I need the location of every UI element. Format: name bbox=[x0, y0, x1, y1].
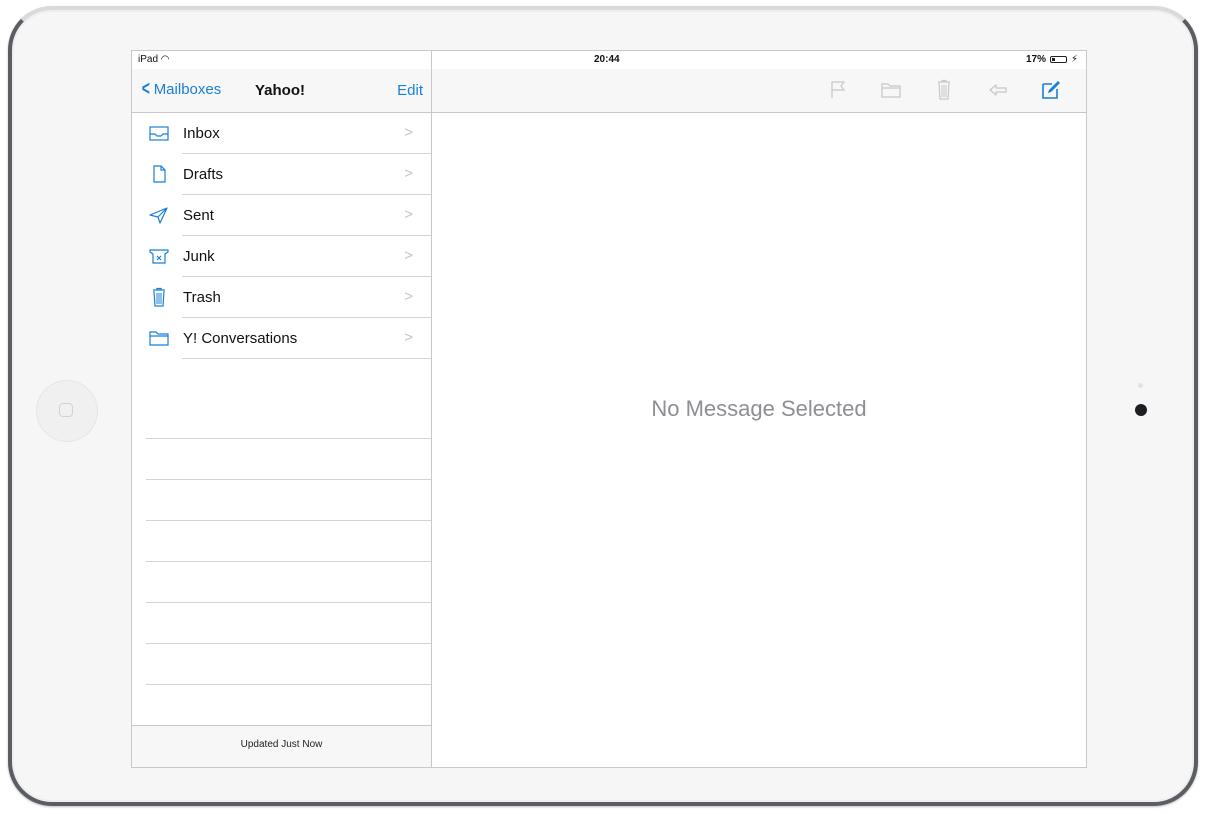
chevron-right-icon: > bbox=[404, 329, 413, 346]
sent-icon bbox=[149, 207, 168, 224]
no-message-placeholder: No Message Selected bbox=[651, 396, 867, 421]
mailbox-label: Trash bbox=[183, 289, 221, 306]
edit-button[interactable]: Edit bbox=[397, 82, 423, 99]
account-title: Yahoo! bbox=[255, 82, 306, 99]
flag-icon[interactable] bbox=[825, 78, 851, 102]
mailbox-nav-bar: < Mailboxes Yahoo! Edit bbox=[132, 69, 431, 113]
device-name: iPad ◠ bbox=[138, 54, 170, 65]
mailbox-list: Inbox > Drafts > Sent > Junk > Trash > Y… bbox=[132, 113, 431, 359]
charging-icon: ⚡ bbox=[1070, 54, 1078, 65]
battery-icon bbox=[1049, 56, 1067, 63]
reply-icon[interactable] bbox=[985, 78, 1011, 102]
mailbox-item-drafts[interactable]: Drafts > bbox=[132, 154, 431, 195]
chevron-left-icon: < bbox=[141, 78, 150, 100]
back-to-mailboxes-button[interactable]: < Mailboxes bbox=[140, 78, 222, 100]
mailbox-label: Sent bbox=[183, 207, 214, 224]
empty-list-rows bbox=[146, 398, 431, 726]
mailbox-label: Drafts bbox=[183, 166, 224, 183]
front-camera bbox=[1135, 404, 1147, 416]
inbox-icon bbox=[149, 126, 169, 141]
folder-icon bbox=[149, 331, 169, 346]
mailbox-pane: < Mailboxes Yahoo! Edit Inbox > Drafts >… bbox=[132, 51, 432, 767]
junk-icon bbox=[149, 249, 169, 264]
wifi-icon: ◠ bbox=[160, 54, 170, 65]
chevron-right-icon: > bbox=[404, 247, 413, 264]
battery-percent: 17% bbox=[1025, 54, 1046, 65]
empty-row bbox=[146, 685, 431, 726]
mailbox-item-junk[interactable]: Junk > bbox=[132, 236, 431, 277]
back-button-label: Mailboxes bbox=[153, 81, 222, 98]
device-label: iPad bbox=[138, 54, 159, 65]
screen: < Mailboxes Yahoo! Edit Inbox > Drafts >… bbox=[131, 50, 1087, 768]
empty-row bbox=[146, 398, 431, 439]
chevron-right-icon: > bbox=[404, 124, 413, 141]
compose-icon[interactable] bbox=[1038, 78, 1064, 102]
battery-status: 17% ⚡ bbox=[1026, 54, 1078, 65]
status-bar: iPad ◠ 20:44 17% ⚡ bbox=[132, 51, 1086, 69]
empty-row bbox=[146, 521, 431, 562]
trash-icon bbox=[153, 287, 165, 307]
empty-row bbox=[146, 644, 431, 685]
message-toolbar bbox=[432, 69, 1086, 113]
mailbox-label: Inbox bbox=[183, 125, 220, 142]
mailbox-item-sent[interactable]: Sent > bbox=[132, 195, 431, 236]
clock: 20:44 bbox=[594, 54, 620, 65]
empty-row bbox=[146, 562, 431, 603]
empty-row bbox=[146, 439, 431, 480]
folder-icon[interactable] bbox=[878, 78, 904, 102]
empty-row bbox=[146, 603, 431, 644]
update-status-footer: Updated Just Now bbox=[132, 725, 431, 767]
chevron-right-icon: > bbox=[404, 288, 413, 305]
chevron-right-icon: > bbox=[404, 206, 413, 223]
chevron-right-icon: > bbox=[404, 165, 413, 182]
mailbox-label: Junk bbox=[183, 248, 215, 265]
trash-icon[interactable] bbox=[931, 78, 957, 102]
mailbox-item-inbox[interactable]: Inbox > bbox=[132, 113, 431, 154]
mailbox-item-y-conversations[interactable]: Y! Conversations > bbox=[132, 318, 431, 359]
ambient-sensor bbox=[1138, 383, 1143, 388]
drafts-icon bbox=[153, 165, 166, 183]
empty-row bbox=[146, 480, 431, 521]
home-button-square-icon bbox=[59, 403, 73, 417]
mailbox-label: Y! Conversations bbox=[183, 330, 298, 347]
mailbox-item-trash[interactable]: Trash > bbox=[132, 277, 431, 318]
